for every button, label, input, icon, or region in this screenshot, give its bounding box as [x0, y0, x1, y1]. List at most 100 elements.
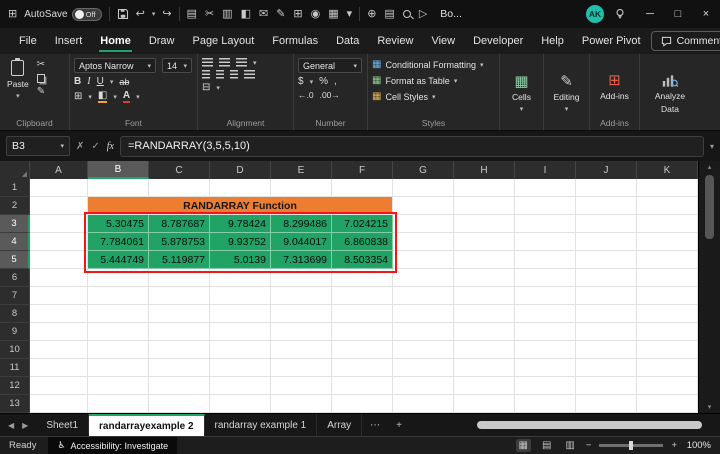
sheet-tab-randarrayexample-2[interactable]: randarrayexample 2: [89, 414, 205, 436]
cell-B9[interactable]: [88, 323, 149, 341]
cell-F13[interactable]: [332, 395, 393, 413]
ribbon-tab-help[interactable]: Help: [532, 30, 573, 52]
borders-button[interactable]: ⊞: [74, 91, 82, 102]
cell-I11[interactable]: [515, 359, 576, 377]
cell-I12[interactable]: [515, 377, 576, 395]
undo-icon[interactable]: ↩: [136, 8, 145, 20]
strikethrough-button[interactable]: ab: [119, 77, 129, 87]
row-header-8[interactable]: 8: [0, 305, 30, 323]
sheet-prev-icon[interactable]: ◀: [8, 421, 14, 430]
row-header-10[interactable]: 10: [0, 341, 30, 359]
book-icon[interactable]: ▤: [384, 8, 394, 20]
cell-G8[interactable]: [393, 305, 454, 323]
undo-dropdown-icon[interactable]: ▾: [152, 10, 156, 18]
insert-function-icon[interactable]: fx: [107, 141, 114, 152]
cell-J5[interactable]: [576, 251, 637, 269]
underline-button[interactable]: U: [97, 76, 104, 87]
cell-F7[interactable]: [332, 287, 393, 305]
scroll-down-icon[interactable]: ▾: [699, 403, 720, 411]
cell-C13[interactable]: [149, 395, 210, 413]
table-icon[interactable]: ⊞: [293, 8, 302, 20]
column-header-J[interactable]: J: [576, 161, 637, 179]
cell-A4[interactable]: [30, 233, 88, 251]
formula-bar-expand-icon[interactable]: ▾: [710, 142, 714, 151]
save-icon[interactable]: [117, 8, 129, 20]
row-header-5[interactable]: 5: [0, 251, 30, 269]
clipboard-icon[interactable]: ▤: [187, 8, 197, 20]
cell-E3[interactable]: 8.299486: [271, 215, 332, 233]
ribbon-tab-formulas[interactable]: Formulas: [263, 30, 327, 52]
cell-H10[interactable]: [454, 341, 515, 359]
column-header-C[interactable]: C: [149, 161, 210, 179]
cell-A1[interactable]: [30, 179, 88, 197]
more-sheets-icon[interactable]: ⋯: [362, 414, 388, 436]
cell-H2[interactable]: [454, 197, 515, 215]
cell-A6[interactable]: [30, 269, 88, 287]
cell-K4[interactable]: [637, 233, 698, 251]
cell-K5[interactable]: [637, 251, 698, 269]
autosave-switch[interactable]: Off: [71, 7, 102, 21]
cell-C3[interactable]: 8.787687: [149, 215, 210, 233]
column-header-B[interactable]: B: [88, 161, 149, 179]
cell-K2[interactable]: [637, 197, 698, 215]
cells-button[interactable]: ▦ Cells ▾: [504, 58, 539, 129]
cell-G13[interactable]: [393, 395, 454, 413]
cell-I4[interactable]: [515, 233, 576, 251]
wrap-text-button[interactable]: [244, 70, 255, 79]
cell-J10[interactable]: [576, 341, 637, 359]
sheet-tab-randarray-example-1[interactable]: randarray example 1: [205, 414, 318, 436]
cell-D9[interactable]: [210, 323, 271, 341]
play-icon[interactable]: ▷: [419, 8, 427, 20]
cell-D8[interactable]: [210, 305, 271, 323]
cell-K12[interactable]: [637, 377, 698, 395]
cell-C11[interactable]: [149, 359, 210, 377]
paste-dropdown-icon[interactable]: ▾: [16, 92, 20, 100]
merge-dropdown-icon[interactable]: ▾: [216, 84, 220, 92]
ribbon-tab-review[interactable]: Review: [368, 30, 422, 52]
font-color-button[interactable]: A: [122, 90, 131, 103]
fill-color-button[interactable]: ◧: [97, 90, 108, 103]
cell-D5[interactable]: 5.0139: [210, 251, 271, 269]
cell-G11[interactable]: [393, 359, 454, 377]
format-painter-icon[interactable]: ✎: [37, 87, 45, 97]
normal-view-button[interactable]: ▦: [515, 439, 531, 452]
cell-B5[interactable]: 5.444749: [88, 251, 149, 269]
cell-H6[interactable]: [454, 269, 515, 287]
cell-K3[interactable]: [637, 215, 698, 233]
align-right-button[interactable]: [230, 70, 238, 79]
cell-F9[interactable]: [332, 323, 393, 341]
cell-F12[interactable]: [332, 377, 393, 395]
analyze-data-button[interactable]: Analyze Data: [644, 58, 696, 129]
cell-H8[interactable]: [454, 305, 515, 323]
cell-C12[interactable]: [149, 377, 210, 395]
align-top-button[interactable]: [202, 58, 213, 67]
italic-button[interactable]: I: [87, 76, 90, 87]
sheet-tab-sheet1[interactable]: Sheet1: [36, 414, 90, 436]
redo-icon[interactable]: ↪: [162, 8, 171, 20]
ribbon-tab-developer[interactable]: Developer: [464, 30, 532, 52]
close-button[interactable]: ×: [692, 0, 720, 28]
page-layout-view-button[interactable]: ▤: [539, 439, 554, 452]
avatar[interactable]: AK: [586, 5, 604, 23]
vertical-scrollbar-thumb[interactable]: [705, 175, 714, 239]
add-sheet-button[interactable]: +: [388, 414, 410, 436]
column-header-G[interactable]: G: [393, 161, 454, 179]
eye-icon[interactable]: ◉: [311, 8, 321, 20]
cell-B7[interactable]: [88, 287, 149, 305]
select-all-corner[interactable]: ◢: [0, 161, 30, 179]
cell-J6[interactable]: [576, 269, 637, 287]
cell-C4[interactable]: 5.878753: [149, 233, 210, 251]
zoom-level[interactable]: 100%: [685, 440, 711, 451]
cell-K13[interactable]: [637, 395, 698, 413]
cell-K7[interactable]: [637, 287, 698, 305]
cell-H11[interactable]: [454, 359, 515, 377]
enter-icon[interactable]: ✓: [91, 141, 99, 152]
cell-I5[interactable]: [515, 251, 576, 269]
ribbon-tab-file[interactable]: File: [10, 30, 46, 52]
paste-button[interactable]: Paste ▾: [4, 58, 32, 102]
cell-F3[interactable]: 7.024215: [332, 215, 393, 233]
fill-dropdown-icon[interactable]: ▾: [113, 93, 117, 101]
cell-A11[interactable]: [30, 359, 88, 377]
cell-D3[interactable]: 9.78424: [210, 215, 271, 233]
cell-G9[interactable]: [393, 323, 454, 341]
